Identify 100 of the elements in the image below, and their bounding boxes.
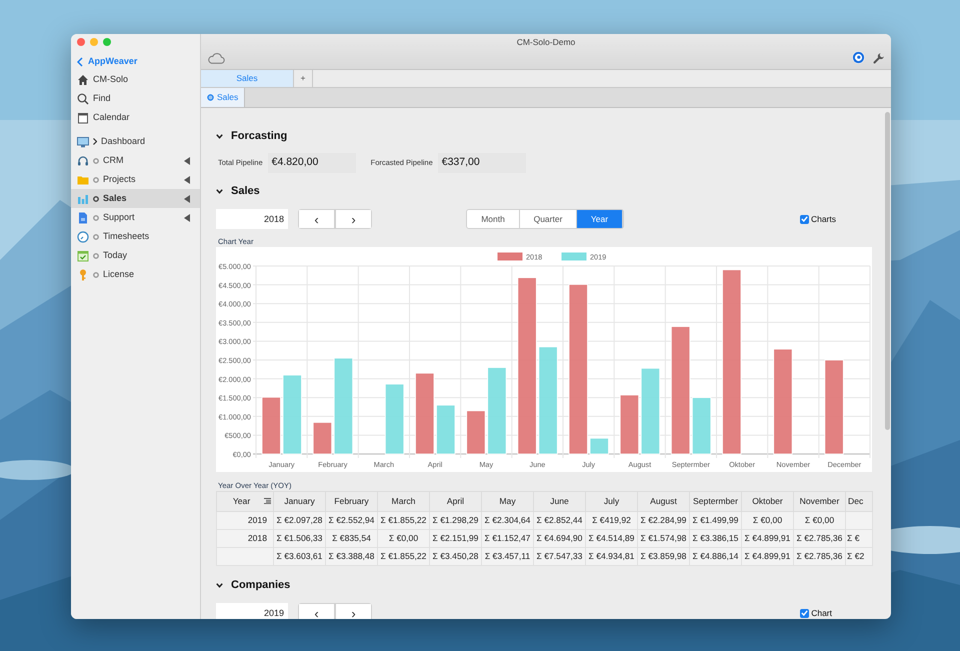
tab[interactable]: +: [294, 70, 313, 87]
year-field[interactable]: 2018: [216, 209, 288, 229]
section-title: Forcasting: [231, 128, 288, 144]
table-cell: Σ €3.603,61: [274, 548, 326, 566]
expand-arrow-icon[interactable]: [184, 214, 190, 222]
column-header[interactable]: Septermber: [690, 492, 742, 512]
collapse-chevron-icon[interactable]: [216, 134, 223, 138]
sidebar-item[interactable]: Sales: [71, 189, 200, 208]
cloud-icon[interactable]: [207, 52, 225, 64]
bar: [590, 438, 609, 454]
scrollbar-thumb[interactable]: [885, 112, 890, 430]
column-header[interactable]: April: [430, 492, 482, 512]
section-title: Sales: [231, 184, 260, 199]
period-button[interactable]: Month: [467, 210, 520, 228]
bar-chart-icon: [77, 192, 89, 204]
calendar-check-icon: [77, 250, 89, 262]
next-button[interactable]: ›: [335, 209, 372, 229]
table-cell: Σ €2: [846, 548, 872, 566]
column-header[interactable]: January: [274, 492, 326, 512]
table-cell: Σ €3.450,28: [430, 548, 482, 566]
table-cell: Σ €: [846, 530, 872, 548]
monitor-icon: [77, 136, 89, 148]
section-title: Companies: [231, 578, 290, 593]
table-cell: Σ €2.785,36: [794, 530, 846, 548]
column-header[interactable]: Year: [216, 492, 274, 512]
sub-tab[interactable]: Sales: [201, 88, 246, 107]
chevron-icon: [93, 138, 97, 145]
table-cell: Σ €3.388,48: [326, 548, 378, 566]
table-cell: Σ €4.694,90: [534, 530, 586, 548]
table-cell: Σ €2.151,99: [430, 530, 482, 548]
column-header[interactable]: Oktober: [742, 492, 794, 512]
table-cell: Σ €0,00: [794, 512, 846, 530]
period-button[interactable]: Year: [577, 210, 623, 228]
sidebar-item[interactable]: CRM: [71, 151, 200, 170]
table-cell: Σ €1.298,29: [430, 512, 482, 530]
column-header[interactable]: August: [638, 492, 690, 512]
column-header[interactable]: November: [794, 492, 846, 512]
expand-arrow-icon[interactable]: [184, 156, 190, 164]
sidebar-item[interactable]: License: [71, 265, 200, 284]
column-header[interactable]: February: [326, 492, 378, 512]
key-icon: [77, 268, 89, 280]
headset-icon: [77, 154, 89, 166]
column-menu-icon[interactable]: [264, 498, 271, 504]
bar: [384, 384, 404, 454]
table-cell: Σ €7.547,33: [534, 548, 586, 566]
table-cell: Σ €2.552,94: [326, 512, 378, 530]
table-cell: Σ €2.097,28: [274, 512, 326, 530]
next-button[interactable]: ›: [335, 603, 372, 619]
table-cell: 2018: [216, 530, 274, 548]
collapse-chevron-icon[interactable]: [216, 188, 223, 194]
wrench-icon[interactable]: [873, 52, 885, 64]
close-button[interactable]: [77, 38, 85, 46]
table-cell: Σ €1.152,47: [482, 530, 534, 548]
table-cell: Σ €3.859,98: [638, 548, 690, 566]
sidebar-item[interactable]: Calendar: [71, 108, 200, 127]
column-header[interactable]: June: [534, 492, 586, 512]
checkbox[interactable]: Charts: [800, 212, 836, 226]
checkmark-icon: [801, 610, 808, 616]
year-field[interactable]: 2019: [216, 603, 288, 619]
expand-arrow-icon[interactable]: [184, 194, 190, 202]
table-cell: Σ €1.855,22: [378, 512, 430, 530]
table-cell: Σ €0,00: [742, 512, 794, 530]
collapse-chevron-icon[interactable]: [216, 582, 223, 588]
calendar-icon: [77, 112, 89, 124]
table-cell: Σ €4.934,81: [586, 548, 638, 566]
sidebar-item[interactable]: Dashboard: [71, 132, 200, 151]
previous-button[interactable]: ‹: [298, 603, 335, 619]
previous-button[interactable]: ‹: [298, 209, 335, 229]
table-cell: Σ €2.852,44: [534, 512, 586, 530]
sidebar-item[interactable]: Projects: [71, 170, 200, 189]
table-cell: Σ €2.284,99: [638, 512, 690, 530]
table-cell: Σ €4.514,89: [586, 530, 638, 548]
column-header[interactable]: March: [378, 492, 430, 512]
table-cell: Σ €2.304,64: [482, 512, 534, 530]
checkmark-icon: [800, 216, 808, 222]
column-header[interactable]: May: [482, 492, 534, 512]
column-header[interactable]: July: [586, 492, 638, 512]
expand-arrow-icon[interactable]: [184, 176, 190, 184]
table-cell: Σ €419,92: [586, 512, 638, 530]
period-button[interactable]: Quarter: [520, 210, 577, 228]
folder-icon: [77, 174, 89, 186]
header-label: Year: [232, 495, 252, 508]
house-icon: [77, 74, 89, 86]
table-cell: Σ €1.855,22: [378, 548, 430, 566]
back-icon: [77, 57, 83, 67]
table-cell: Σ €1.499,99: [690, 512, 742, 530]
sidebar-item[interactable]: Support: [71, 208, 200, 227]
sidebar-item[interactable]: Find: [71, 89, 200, 108]
checkbox[interactable]: Chart: [800, 606, 832, 619]
search-icon: [77, 92, 89, 104]
table-cell: Σ €3.386,15: [690, 530, 742, 548]
column-header[interactable]: Dec: [846, 492, 872, 512]
sidebar-item[interactable]: CM-Solo: [71, 70, 200, 89]
table-cell: Σ €2.785,36: [794, 548, 846, 566]
table-cell: Σ €3.457,11: [482, 548, 534, 566]
sidebar-item[interactable]: Timesheets: [71, 227, 200, 246]
sidebar-item[interactable]: Today: [71, 246, 200, 265]
table-cell: Σ €1.506,33: [274, 530, 326, 548]
table-cell: Σ €835,54: [326, 530, 378, 548]
bar: [262, 396, 281, 454]
